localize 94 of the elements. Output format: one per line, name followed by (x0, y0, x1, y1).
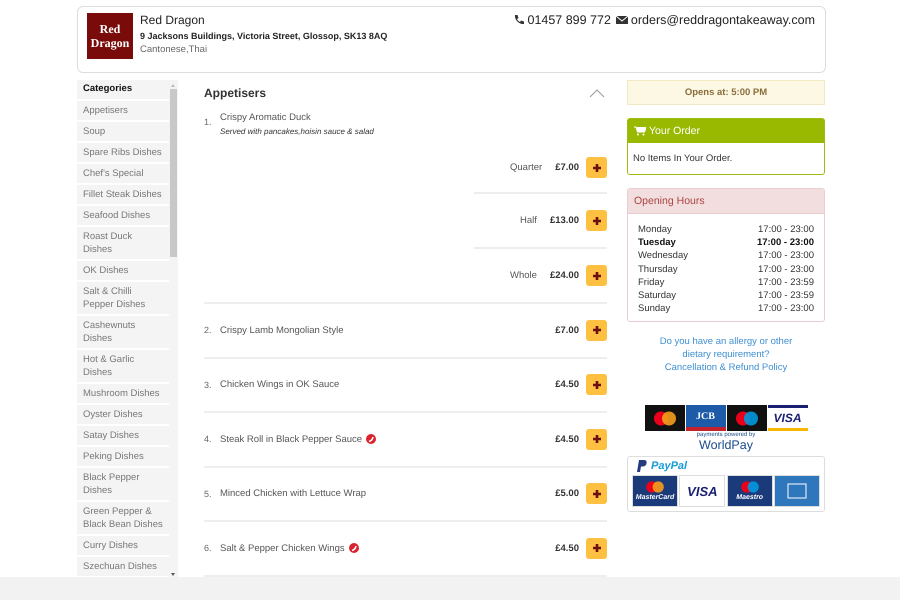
price: £7.00 (555, 162, 579, 173)
day-name: Tuesday (638, 236, 676, 250)
day-hours: 17:00 - 23:59 (758, 276, 814, 290)
cart-icon (634, 126, 646, 136)
category-item[interactable]: Oyster Dishes (77, 405, 169, 426)
maestro-card-logo (726, 405, 766, 432)
day-name: Monday (638, 223, 672, 236)
price: £13.00 (550, 215, 579, 226)
add-button[interactable] (586, 428, 607, 450)
day-name: Wednesday (638, 249, 688, 263)
day-hours: 17:00 - 23:00 (758, 249, 814, 263)
plus-icon (592, 325, 602, 336)
restaurant-name: Red Dragon (140, 13, 206, 27)
jcb-card-logo: JCB (686, 405, 726, 432)
day-name: Thursday (638, 262, 678, 276)
add-button[interactable] (586, 320, 607, 341)
plus-icon (592, 270, 602, 280)
info-link[interactable]: Do you have an allergy or other dietary requirement? (647, 335, 805, 362)
add-button[interactable] (586, 538, 607, 559)
price: £4.50 (555, 434, 579, 445)
dish-name: Crispy Lamb Mongolian Style (220, 324, 344, 336)
plus-icon (592, 543, 602, 554)
portion-size: Whole (510, 270, 537, 281)
plus-icon (592, 380, 602, 390)
collapse-chevron-icon[interactable] (589, 88, 605, 98)
category-item[interactable]: Green Pepper & Black Bean Dishes (77, 502, 169, 536)
item-number: 3. (204, 380, 213, 390)
item-number: 4. (204, 434, 213, 444)
plus-icon (592, 162, 602, 172)
category-item[interactable]: OK Dishes (77, 261, 169, 282)
opening-hours-title: Opening Hours (628, 189, 824, 214)
day-hours: 17:00 - 23:00 (758, 262, 814, 276)
phone-icon (512, 14, 524, 26)
order-title: Your Order (649, 125, 700, 137)
add-button[interactable] (586, 483, 607, 504)
restaurant-address: 9 Jacksons Buildings, Victoria Street, Glossop, SK13 8AQ (140, 31, 388, 41)
restaurant-logo: Red Dragon (87, 13, 133, 59)
cuisine-text: Cantonese,Thai (140, 44, 208, 55)
email-address: orders@reddragontakeaway.com (630, 13, 815, 27)
categories-heading: Categories (77, 80, 169, 101)
info-link[interactable]: Cancellation & Refund Policy (664, 361, 788, 374)
dish-name: Steak Roll in Black Pepper Sauce (220, 434, 362, 445)
category-item[interactable]: Cashewnuts Dishes (77, 316, 169, 350)
item-number: 2. (204, 325, 213, 336)
day-hours: 17:00 - 23:00 (756, 236, 814, 250)
day-name: Sunday (638, 302, 670, 316)
visa-card-logo: VISA (679, 475, 726, 508)
price: £4.50 (555, 542, 579, 554)
item-number: 6. (204, 543, 213, 554)
price: £5.00 (555, 488, 579, 500)
dish-name: Crispy Aromatic Duck (220, 112, 311, 123)
portion-size: Quarter (510, 162, 542, 173)
plus-icon (592, 488, 602, 499)
item-number: 5. (204, 488, 213, 499)
item-number: 1. (204, 116, 213, 129)
dish-name: Chicken Wings in OK Sauce (220, 379, 340, 390)
day-hours: 17:00 - 23:00 (758, 223, 814, 236)
section-title: Appetisers (204, 86, 266, 100)
plus-icon (592, 216, 602, 226)
dish-description: Served with pancakes,hoisin sauce & salad (220, 127, 374, 136)
portion-size: Half (520, 215, 537, 226)
dish-name: Minced Chicken with Lettuce Wrap (220, 488, 366, 500)
price: £24.00 (550, 270, 579, 281)
price: £4.50 (555, 379, 579, 390)
day-name: Friday (638, 276, 664, 290)
dish-name: Salt & Pepper Chicken Wings (220, 542, 345, 554)
price: £7.00 (555, 324, 579, 336)
phone-number: 01457 899 772 (528, 13, 611, 27)
category-item[interactable]: Curry Dishes (77, 536, 169, 557)
amex-card-logo (774, 475, 820, 508)
opening-notice: Opens at: 5:00 PM (627, 80, 825, 105)
empty-order-text: No Items In Your Order. (632, 152, 734, 166)
plus-icon (592, 434, 602, 444)
day-hours: 17:00 - 23:59 (758, 289, 814, 302)
add-button[interactable] (586, 210, 607, 231)
category-item[interactable]: Black Pepper Dishes (77, 468, 169, 502)
category-item[interactable]: Peking Dishes (77, 447, 169, 468)
day-name: Saturday (638, 289, 676, 302)
category-item[interactable]: Salt & Chilli Pepper Dishes (77, 282, 169, 316)
category-item[interactable]: Hot & Garlic Dishes (77, 350, 169, 384)
mastercard-card-logo (644, 405, 684, 432)
worldpay-name: WorldPay (699, 438, 753, 452)
add-button[interactable] (586, 157, 607, 178)
category-item[interactable]: Satay Dishes (77, 426, 169, 447)
envelope-icon (616, 15, 628, 25)
visa-card-logo: VISA (768, 405, 808, 432)
add-button[interactable] (586, 374, 607, 396)
scrollbar[interactable] (169, 82, 178, 577)
add-button[interactable] (586, 265, 607, 286)
day-hours: 17:00 - 23:00 (758, 302, 814, 316)
scrollbar-thumb[interactable] (170, 89, 177, 257)
paypal-name: PayPal (651, 460, 688, 472)
paypal-icon (637, 460, 647, 472)
category-item[interactable]: Mushroom Dishes (77, 384, 169, 405)
